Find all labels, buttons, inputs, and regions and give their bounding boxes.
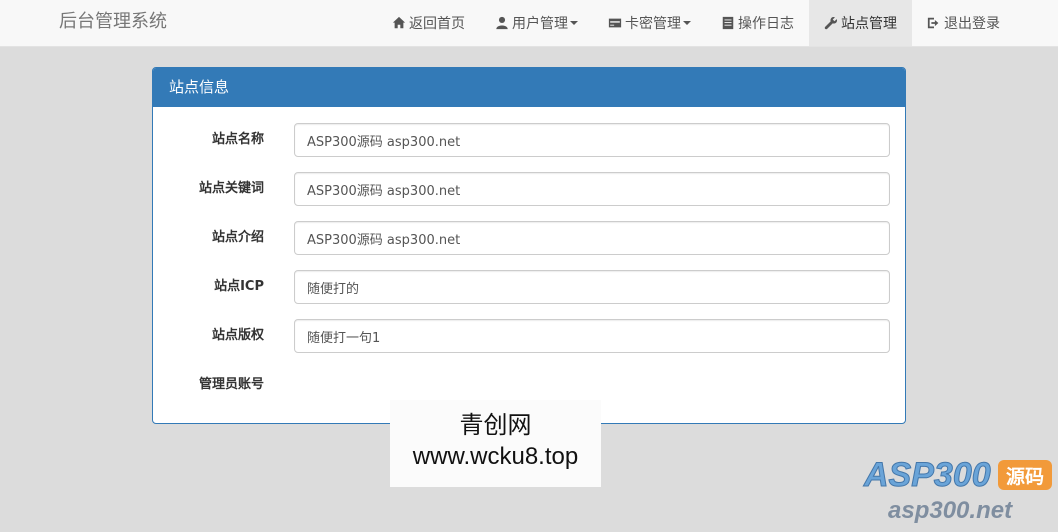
svg-text:源码: 源码 bbox=[1006, 465, 1044, 488]
svg-text:asp300.net: asp300.net bbox=[888, 497, 1013, 524]
nav-item-logs[interactable]: 操作日志 bbox=[706, 0, 809, 46]
svg-text:ASP300: ASP300 bbox=[863, 456, 991, 494]
nav-item-cards[interactable]: 卡密管理 bbox=[593, 0, 706, 46]
nav-item-label: 退出登录 bbox=[944, 16, 1000, 32]
nav-item-label: 卡密管理 bbox=[625, 16, 681, 32]
panel-title: 站点信息 bbox=[153, 68, 905, 107]
watermark-url: www.wcku8.top bbox=[412, 443, 579, 470]
form-row-site-name: 站点名称 bbox=[153, 123, 905, 157]
form-row-site-keywords: 站点关键词 bbox=[153, 172, 905, 206]
nav-menu: 返回首页 用户管理 卡密管理 操作日志 站点管理 退出登录 bbox=[377, 0, 1015, 46]
nav-item-site-settings[interactable]: 站点管理 bbox=[809, 0, 912, 46]
nav-item-label: 站点管理 bbox=[841, 16, 897, 32]
home-icon bbox=[392, 16, 406, 29]
user-icon bbox=[496, 16, 508, 30]
chevron-down-icon bbox=[683, 21, 691, 25]
site-icp-input[interactable] bbox=[294, 270, 890, 304]
site-description-input[interactable] bbox=[294, 221, 890, 255]
wrench-icon bbox=[824, 16, 838, 30]
asp300-logo: ASP300 源码 asp300.net bbox=[863, 456, 1052, 524]
watermark-box: 青创网 www.wcku8.top bbox=[390, 400, 601, 487]
chevron-down-icon bbox=[570, 21, 578, 25]
admin-account-label: 管理员账号 bbox=[198, 377, 264, 392]
brand-title[interactable]: 后台管理系统 bbox=[59, 10, 167, 34]
nav-item-logout[interactable]: 退出登录 bbox=[912, 0, 1015, 46]
site-copyright-label: 站点版权 bbox=[211, 328, 264, 343]
form-row-site-copyright: 站点版权 bbox=[153, 319, 905, 353]
site-keywords-label: 站点关键词 bbox=[198, 181, 264, 196]
nav-item-label: 操作日志 bbox=[738, 16, 794, 32]
site-name-input[interactable] bbox=[294, 123, 890, 157]
site-copyright-input[interactable] bbox=[294, 319, 890, 353]
nav-item-label: 用户管理 bbox=[512, 16, 568, 32]
form-row-site-icp: 站点ICP bbox=[153, 270, 905, 304]
site-name-label: 站点名称 bbox=[211, 132, 264, 147]
site-info-panel: 站点信息 站点名称 站点关键词 站点介绍 站点ICP 站点版权 管理员账号 bbox=[152, 67, 906, 424]
card-icon bbox=[608, 18, 622, 28]
site-icp-label: 站点ICP bbox=[214, 279, 264, 294]
top-navbar: 后台管理系统 返回首页 用户管理 卡密管理 操作日志 站点管理 退出登录 bbox=[0, 0, 1058, 47]
log-icon bbox=[722, 16, 734, 30]
form-row-site-description: 站点介绍 bbox=[153, 221, 905, 255]
nav-item-label: 返回首页 bbox=[409, 16, 465, 32]
nav-item-home[interactable]: 返回首页 bbox=[377, 0, 480, 46]
logout-icon bbox=[927, 17, 939, 29]
site-description-label: 站点介绍 bbox=[211, 230, 264, 245]
watermark-title: 青创网 bbox=[459, 411, 532, 439]
site-keywords-input[interactable] bbox=[294, 172, 890, 206]
form-row-admin-account: 管理员账号 bbox=[153, 368, 905, 402]
nav-item-users[interactable]: 用户管理 bbox=[480, 0, 593, 46]
